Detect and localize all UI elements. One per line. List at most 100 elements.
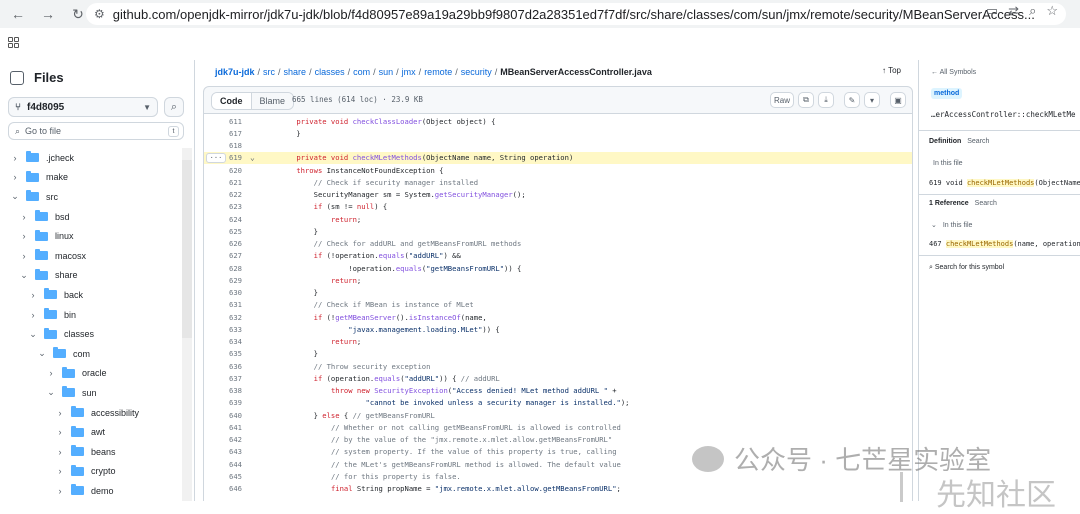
fold-chevron-icon[interactable]: ⌄ xyxy=(250,153,255,162)
tree-item[interactable]: › macosx xyxy=(0,246,180,266)
tree-item[interactable]: › oracle xyxy=(0,364,180,384)
chevron-right-icon[interactable]: › xyxy=(55,486,65,496)
line-number[interactable]: 620 xyxy=(204,166,242,175)
chevron-right-icon[interactable]: › xyxy=(19,212,29,222)
tree-item[interactable]: › beans xyxy=(0,442,180,462)
line-number[interactable]: 626 xyxy=(204,239,242,248)
code-line[interactable]: 622 SecurityManager sm = System.getSecur… xyxy=(204,189,912,201)
copy-icon[interactable]: ⧉ xyxy=(798,92,814,108)
chevron-down-icon[interactable]: ⌄ xyxy=(19,270,29,281)
search-button[interactable]: ⌕ xyxy=(164,97,184,117)
tree-item[interactable]: › awt xyxy=(0,422,180,442)
raw-button[interactable]: Raw xyxy=(769,92,794,108)
code-line[interactable]: 626 // Check for addURL and getMBeansFro… xyxy=(204,238,912,250)
all-symbols-link[interactable]: ← All Symbols xyxy=(931,69,976,76)
address-bar[interactable]: ⚙ github.com/openjdk-mirror/jdk7u-jdk/bl… xyxy=(86,3,1066,25)
site-info-icon[interactable]: ⚙ xyxy=(94,7,105,21)
code-line[interactable]: 621 // Check if security manager install… xyxy=(204,176,912,188)
chevron-right-icon[interactable]: › xyxy=(55,466,65,476)
tab-blame[interactable]: Blame xyxy=(251,93,294,109)
code-line[interactable]: 631 // Check if MBean is instance of MLe… xyxy=(204,299,912,311)
line-options-icon[interactable]: ··· xyxy=(206,152,226,163)
breadcrumb-link[interactable]: src xyxy=(263,67,275,77)
code-line[interactable]: 632 if (!getMBeanServer().isInstanceOf(n… xyxy=(204,311,912,323)
line-number[interactable]: 641 xyxy=(204,423,242,432)
line-number[interactable]: 632 xyxy=(204,313,242,322)
code-line[interactable]: 634 return; xyxy=(204,336,912,348)
tree-item[interactable]: › .jcheck xyxy=(0,148,180,168)
chevron-right-icon[interactable]: › xyxy=(28,290,38,300)
tree-item[interactable]: ⌄ com xyxy=(0,344,180,364)
line-number[interactable]: 645 xyxy=(204,472,242,481)
tree-item[interactable]: ⌄ src xyxy=(0,187,180,207)
line-number[interactable]: 643 xyxy=(204,447,242,456)
line-number[interactable]: 618 xyxy=(204,141,242,150)
code-line[interactable]: 625 } xyxy=(204,225,912,237)
tree-item[interactable]: ⌄ share xyxy=(0,266,180,286)
code-line[interactable]: 627 if (!operation.equals("addURL") && xyxy=(204,250,912,262)
code-line[interactable]: 611 private void checkClassLoader(Object… xyxy=(204,115,912,127)
search-for-symbol-link[interactable]: ⌕ Search for this symbol xyxy=(929,264,1004,272)
code-line[interactable]: 629 return; xyxy=(204,274,912,286)
code-line[interactable]: 641 // Whether or not calling getMBeansF… xyxy=(204,421,912,433)
chevron-right-icon[interactable]: › xyxy=(10,172,20,182)
code-line[interactable]: 646 final String propName = "jmx.remote.… xyxy=(204,483,912,495)
breadcrumb-link[interactable]: com xyxy=(353,67,370,77)
line-number[interactable]: 622 xyxy=(204,190,242,199)
references-search-link[interactable]: Search xyxy=(975,200,997,207)
tree-item[interactable]: › bin xyxy=(0,305,180,325)
chevron-right-icon[interactable]: › xyxy=(10,153,20,163)
sidebar-scrollbar[interactable] xyxy=(182,160,192,338)
code-line[interactable]: 633 "javax.management.loading.MLet")) { xyxy=(204,323,912,335)
line-number[interactable]: 629 xyxy=(204,276,242,285)
more-options-icon[interactable]: ▾ xyxy=(864,92,880,108)
line-number[interactable]: 623 xyxy=(204,202,242,211)
code-line[interactable]: 624 return; xyxy=(204,213,912,225)
chevron-down-icon[interactable]: ⌄ xyxy=(46,387,56,398)
code-line[interactable]: 618 xyxy=(204,140,912,152)
line-number[interactable]: 617 xyxy=(204,129,242,138)
line-number[interactable]: 636 xyxy=(204,362,242,371)
references-in-this-file[interactable]: ⌄ In this file xyxy=(931,221,972,229)
line-number[interactable]: 627 xyxy=(204,251,242,260)
chevron-right-icon[interactable]: › xyxy=(28,310,38,320)
forward-icon[interactable]: → xyxy=(36,2,60,26)
code-line[interactable]: 636 // Throw security exception xyxy=(204,360,912,372)
line-number[interactable]: 634 xyxy=(204,337,242,346)
download-icon[interactable]: ⤓ xyxy=(818,92,834,108)
code-line[interactable]: 639 "cannot be invoked unless a security… xyxy=(204,397,912,409)
code-line[interactable]: 630 } xyxy=(204,287,912,299)
chevron-right-icon[interactable]: › xyxy=(19,231,29,241)
code-line[interactable]: 638 throw new SecurityException("Access … xyxy=(204,385,912,397)
reference-entry[interactable]: 467 checkMLetMethods(name, operationN xyxy=(929,240,1080,248)
tree-item[interactable]: › back xyxy=(0,285,180,305)
apps-grid-icon[interactable] xyxy=(8,37,19,48)
tree-item[interactable]: › bsd xyxy=(0,207,180,227)
breadcrumb-link[interactable]: security xyxy=(461,67,492,77)
definition-search-link[interactable]: Search xyxy=(967,138,989,145)
line-number[interactable]: 637 xyxy=(204,374,242,383)
symbols-panel-icon[interactable]: ▣ xyxy=(890,92,906,108)
tab-code[interactable]: Code xyxy=(212,93,252,109)
line-number[interactable]: 644 xyxy=(204,460,242,469)
tree-item[interactable]: › accessibility xyxy=(0,403,180,423)
line-number[interactable]: 628 xyxy=(204,264,242,273)
back-icon[interactable]: ← xyxy=(6,2,30,26)
line-number[interactable]: 639 xyxy=(204,398,242,407)
tree-item[interactable]: › crypto xyxy=(0,462,180,482)
line-number[interactable]: 611 xyxy=(204,117,242,126)
chevron-right-icon[interactable]: › xyxy=(55,408,65,418)
breadcrumb-link[interactable]: jmx xyxy=(402,67,416,77)
chevron-right-icon[interactable]: › xyxy=(55,447,65,457)
chevron-down-icon[interactable]: ⌄ xyxy=(10,191,20,202)
tree-item[interactable]: ⌄ classes xyxy=(0,324,180,344)
breadcrumb-link[interactable]: remote xyxy=(424,67,452,77)
breadcrumb-link[interactable]: classes xyxy=(315,67,345,77)
breadcrumb-link[interactable]: jdk7u-jdk xyxy=(215,67,255,77)
line-number[interactable]: 646 xyxy=(204,484,242,493)
line-number[interactable]: 625 xyxy=(204,227,242,236)
line-number[interactable]: 621 xyxy=(204,178,242,187)
chevron-down-icon[interactable]: ⌄ xyxy=(28,329,38,340)
code-line[interactable]: 635 } xyxy=(204,348,912,360)
top-button[interactable]: ↑ Top xyxy=(882,66,901,75)
